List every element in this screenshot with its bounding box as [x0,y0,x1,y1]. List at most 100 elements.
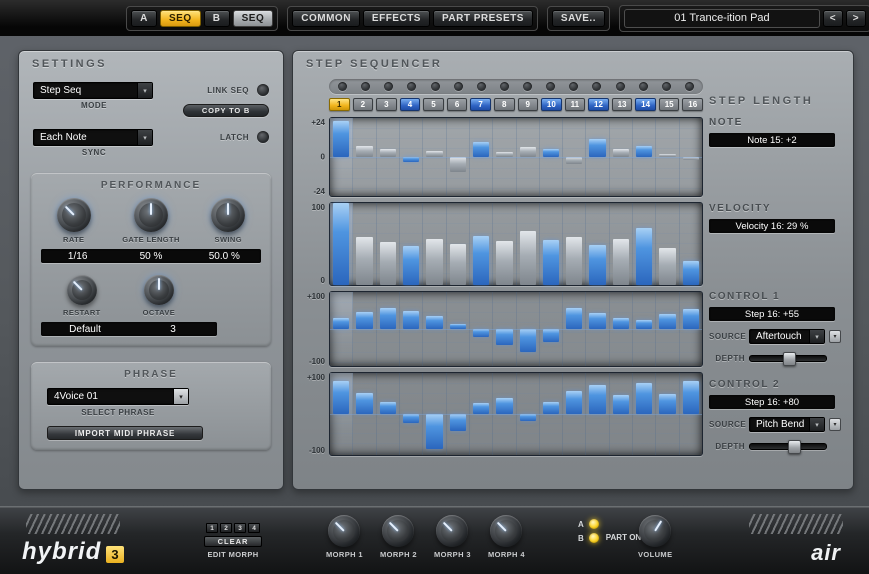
step-column-6[interactable] [447,118,470,196]
control2-bar-6[interactable] [450,414,466,431]
control2-bar-13[interactable] [613,395,629,414]
step-column-6[interactable] [447,292,470,366]
step-column-13[interactable] [610,373,633,455]
control1-bar-1[interactable] [333,318,349,329]
seq-b-button[interactable]: SEQ [233,10,274,27]
step-button-14[interactable]: 14 [635,98,656,111]
step-column-11[interactable] [563,118,586,196]
velocity-bar-8[interactable] [496,241,512,285]
step-button-9[interactable]: 9 [518,98,539,111]
control2-source-select[interactable]: Pitch Bend ▾ [749,417,825,432]
step-button-6[interactable]: 6 [447,98,468,111]
step-column-10[interactable] [540,118,563,196]
volume-knob[interactable] [639,515,671,547]
octave-knob[interactable] [144,275,174,305]
control2-bar-7[interactable] [473,403,489,414]
control1-bar-4[interactable] [403,311,419,330]
control1-bar-15[interactable] [659,314,675,329]
note-bar-7[interactable] [473,142,489,157]
restart-knob[interactable] [67,275,97,305]
velocity-bar-15[interactable] [659,248,675,285]
step-column-9[interactable] [517,373,540,455]
note-bar-11[interactable] [566,157,582,164]
control2-bar-8[interactable] [496,398,512,414]
step-column-5[interactable] [423,203,446,285]
step-button-3[interactable]: 3 [376,98,397,111]
control2-bar-5[interactable] [426,414,442,449]
control2-bar-4[interactable] [403,414,419,423]
sync-select[interactable]: Each Note ▾ [33,129,153,146]
velocity-bar-10[interactable] [543,240,559,285]
step-column-10[interactable] [540,203,563,285]
step-column-6[interactable] [447,373,470,455]
control2-bar-12[interactable] [589,385,605,414]
note-bar-4[interactable] [403,157,419,162]
control1-depth-handle[interactable] [783,352,796,366]
control1-bar-3[interactable] [380,308,396,329]
part-b-led[interactable] [589,533,599,543]
control2-bar-15[interactable] [659,394,675,415]
velocity-bar-9[interactable] [520,231,536,285]
step-button-2[interactable]: 2 [353,98,374,111]
link-seq-led[interactable] [257,84,269,96]
step-column-12[interactable] [586,118,609,196]
edit-morph-button-2[interactable]: 2 [220,523,232,533]
step-column-14[interactable] [633,118,656,196]
step-column-15[interactable] [656,292,679,366]
step-column-4[interactable] [400,373,423,455]
note-bar-12[interactable] [589,139,605,157]
step-column-13[interactable] [610,292,633,366]
note-bar-10[interactable] [543,149,559,157]
note-bar-5[interactable] [426,151,442,158]
control2-bar-14[interactable] [636,383,652,414]
preset-next-button[interactable]: > [846,10,866,27]
control1-bar-8[interactable] [496,329,512,345]
note-bar-1[interactable] [333,121,349,157]
step-column-4[interactable] [400,118,423,196]
tab-part-presets[interactable]: PART PRESETS [433,10,533,27]
step-column-15[interactable] [656,118,679,196]
step-column-1[interactable] [330,373,353,455]
control1-bar-14[interactable] [636,320,652,329]
edit-morph-button-1[interactable]: 1 [206,523,218,533]
step-column-5[interactable] [423,118,446,196]
step-button-12[interactable]: 12 [588,98,609,111]
note-bar-3[interactable] [380,149,396,157]
step-column-16[interactable] [680,203,702,285]
swing-knob[interactable] [211,198,245,232]
step-column-16[interactable] [680,373,702,455]
lane-plot-note[interactable] [329,117,703,197]
tab-common[interactable]: COMMON [292,10,360,27]
control2-bar-10[interactable] [543,402,559,414]
velocity-bar-7[interactable] [473,236,489,285]
step-button-7[interactable]: 7 [470,98,491,111]
step-column-8[interactable] [493,118,516,196]
step-button-11[interactable]: 11 [565,98,586,111]
step-column-2[interactable] [353,373,376,455]
preset-prev-button[interactable]: < [823,10,843,27]
control1-bar-2[interactable] [356,312,372,329]
control1-bar-16[interactable] [683,309,699,329]
step-button-13[interactable]: 13 [612,98,633,111]
step-column-2[interactable] [353,292,376,366]
control2-bar-11[interactable] [566,391,582,414]
step-column-14[interactable] [633,203,656,285]
step-column-9[interactable] [517,292,540,366]
seq-a-button[interactable]: SEQ [160,10,201,27]
note-bar-8[interactable] [496,152,512,157]
velocity-bar-3[interactable] [380,242,396,285]
control2-bar-3[interactable] [380,402,396,414]
lane-plot-control2[interactable] [329,372,703,456]
velocity-bar-11[interactable] [566,237,582,285]
edit-morph-button-3[interactable]: 3 [234,523,246,533]
control2-bar-16[interactable] [683,381,699,414]
note-bar-15[interactable] [659,154,675,157]
step-column-3[interactable] [377,203,400,285]
step-column-13[interactable] [610,118,633,196]
step-column-3[interactable] [377,292,400,366]
step-column-7[interactable] [470,373,493,455]
control2-bar-9[interactable] [520,414,536,421]
step-column-7[interactable] [470,292,493,366]
import-midi-phrase-button[interactable]: IMPORT MIDI PHRASE [47,426,203,440]
control1-bar-11[interactable] [566,308,582,329]
